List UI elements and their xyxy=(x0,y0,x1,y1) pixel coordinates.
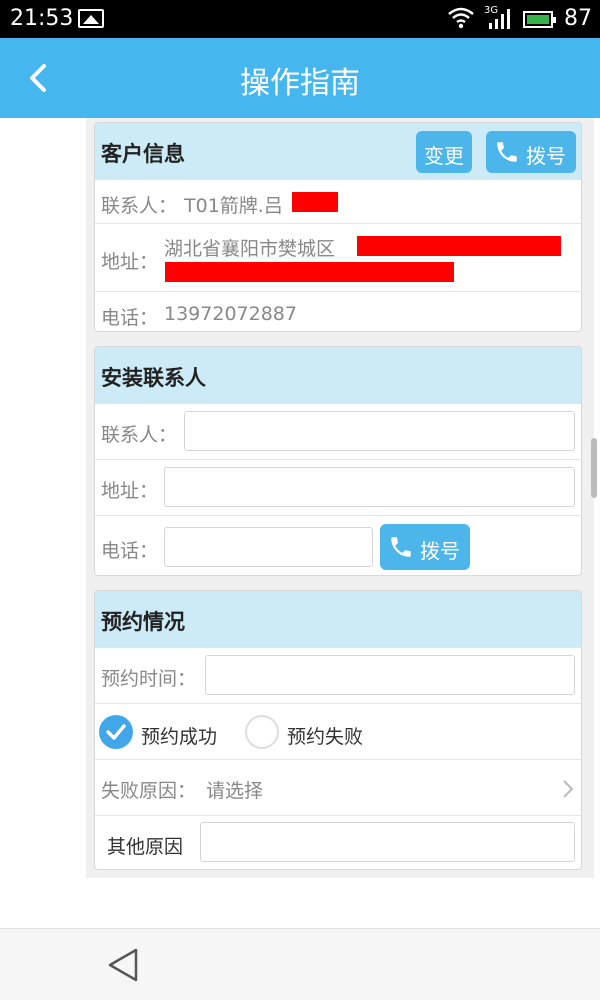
content-area: 客户信息 变更 拨号 联系人： T01箭牌.吕 地址： 湖北省襄阳市樊城区 电话… xyxy=(86,118,594,878)
customer-address-label: 地址： xyxy=(101,251,159,273)
customer-address-row: 地址： 湖北省襄阳市樊城区 xyxy=(95,223,581,291)
page-title: 操作指南 xyxy=(240,66,360,101)
install-dial-button[interactable]: 拨号 xyxy=(380,524,470,570)
appointment-header: 预约情况 xyxy=(95,591,581,647)
install-address-label: 地址： xyxy=(101,480,159,502)
install-dial-label: 拨号 xyxy=(420,539,460,563)
phone-icon xyxy=(391,537,411,557)
customer-phone-row: 电话： 13972072887 xyxy=(95,291,581,333)
install-address-input[interactable] xyxy=(164,467,575,507)
customer-phone-value[interactable]: 13972072887 xyxy=(164,303,297,325)
change-button-label: 变更 xyxy=(424,144,464,168)
install-address-row: 地址： xyxy=(95,459,581,515)
install-phone-input[interactable] xyxy=(164,527,373,567)
customer-address-value: 湖北省襄阳市樊城区 xyxy=(164,238,336,260)
signal-icon xyxy=(489,9,510,29)
radio-fail-label: 预约失败 xyxy=(287,726,364,748)
appointment-title: 预约情况 xyxy=(101,610,185,634)
fail-reason-value: 请选择 xyxy=(206,780,264,802)
customer-contact-value: T01箭牌.吕 xyxy=(184,195,283,217)
customer-contact-row: 联系人： T01箭牌.吕 xyxy=(95,179,581,223)
fail-reason-row[interactable]: 失败原因： 请选择 xyxy=(95,759,581,815)
install-contact-header: 安装联系人 xyxy=(95,347,581,403)
radio-success-label: 预约成功 xyxy=(141,726,218,748)
phone-icon xyxy=(497,142,517,162)
battery-icon xyxy=(523,11,556,28)
install-contact-input[interactable] xyxy=(184,411,575,451)
unchecked-radio-icon xyxy=(245,715,279,749)
checked-radio-icon xyxy=(99,715,133,749)
customer-info-header: 客户信息 变更 拨号 xyxy=(95,123,581,179)
wifi-icon xyxy=(448,7,474,29)
redaction-mark xyxy=(292,192,338,212)
change-button[interactable]: 变更 xyxy=(416,131,472,173)
appointment-card: 预约情况 预约时间： 预约成功 预约失败 失败原因： 请选择 其他原因 xyxy=(94,590,582,870)
other-reason-label: 其他原因 xyxy=(107,836,184,858)
image-notification-icon xyxy=(78,9,104,28)
appointment-time-input[interactable] xyxy=(205,655,575,695)
system-nav-bar xyxy=(0,928,600,1000)
install-contact-row: 联系人： xyxy=(95,403,581,459)
fail-reason-label: 失败原因： xyxy=(101,780,197,802)
customer-phone-label: 电话： xyxy=(101,307,159,329)
customer-dial-button[interactable]: 拨号 xyxy=(486,131,576,173)
status-time: 21:53 xyxy=(10,6,74,31)
battery-level: 87 xyxy=(564,6,592,31)
radio-success[interactable]: 预约成功 xyxy=(99,715,239,751)
chevron-right-icon xyxy=(563,780,574,798)
install-contact-card: 安装联系人 联系人： 地址： 电话： 拨号 xyxy=(94,346,582,576)
radio-fail[interactable]: 预约失败 xyxy=(245,715,385,751)
app-header: 操作指南 xyxy=(0,38,600,118)
appointment-time-row: 预约时间： xyxy=(95,647,581,703)
status-bar: 21:53 3G 87 xyxy=(0,0,600,38)
customer-info-title: 客户信息 xyxy=(101,142,185,166)
install-contact-label: 联系人： xyxy=(101,424,178,446)
other-reason-input[interactable] xyxy=(200,822,575,862)
install-phone-row: 电话： 拨号 xyxy=(95,515,581,577)
install-phone-label: 电话： xyxy=(101,540,159,562)
redaction-mark xyxy=(165,262,454,282)
customer-info-card: 客户信息 变更 拨号 联系人： T01箭牌.吕 地址： 湖北省襄阳市樊城区 电话… xyxy=(94,122,582,332)
appointment-status-row: 预约成功 预约失败 xyxy=(95,703,581,759)
customer-dial-label: 拨号 xyxy=(526,144,566,168)
nav-back-icon[interactable] xyxy=(106,947,140,983)
appointment-time-label: 预约时间： xyxy=(101,668,197,690)
redaction-mark xyxy=(357,236,561,256)
other-reason-row: 其他原因 xyxy=(95,815,581,871)
customer-contact-label: 联系人： xyxy=(101,195,178,217)
install-contact-title: 安装联系人 xyxy=(101,366,206,390)
scrollbar-thumb[interactable] xyxy=(591,438,597,498)
